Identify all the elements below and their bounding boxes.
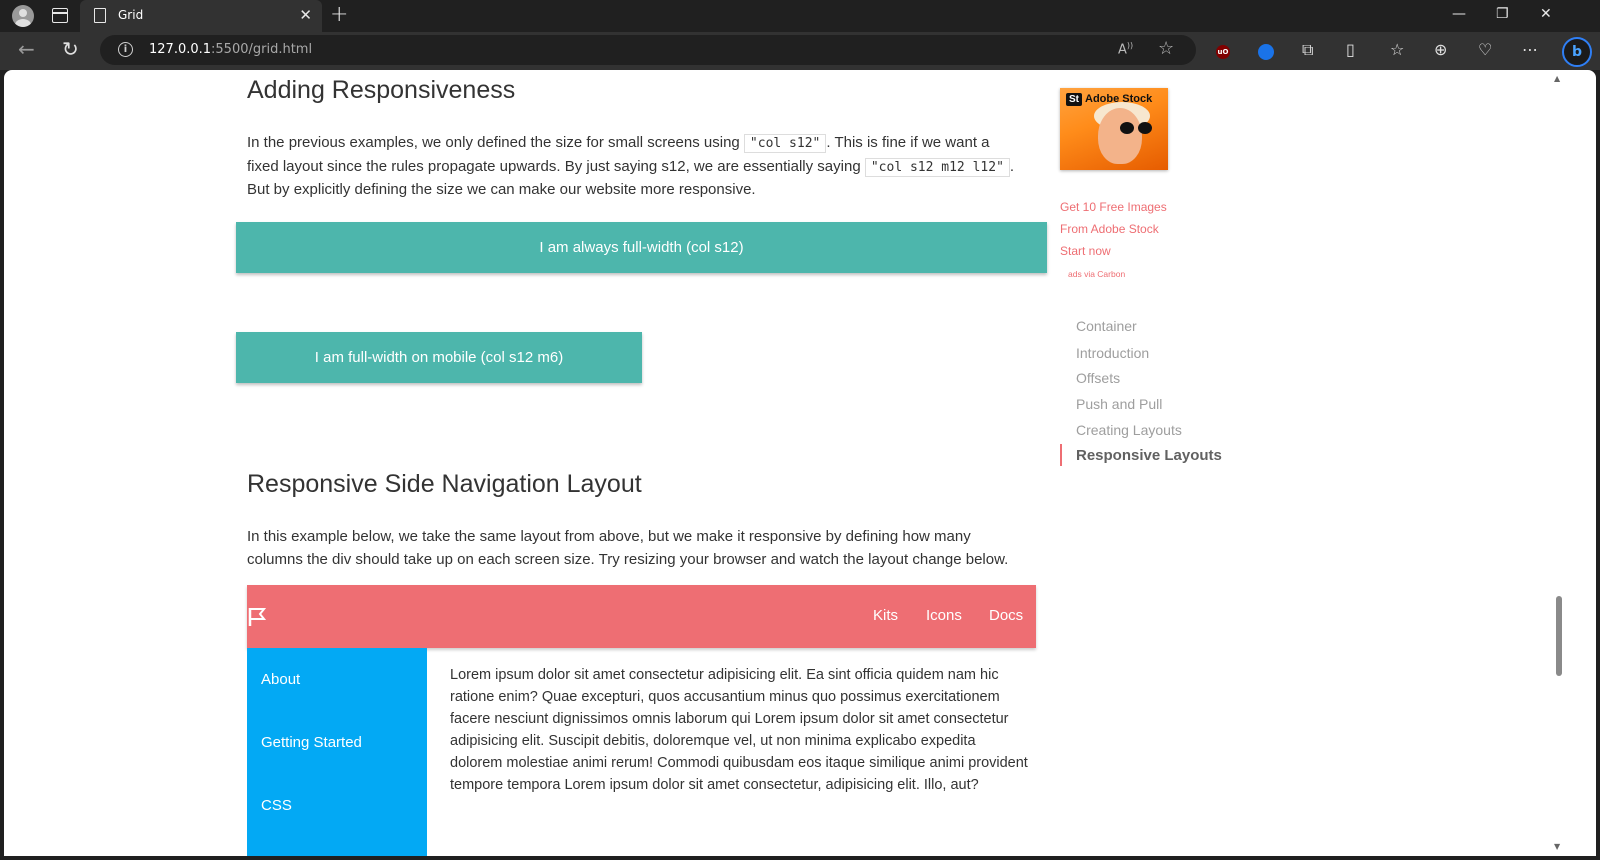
toc-item-introduction[interactable]: Introduction — [1076, 345, 1149, 361]
demo-lorem-text: Lorem ipsum dolor sit amet consectetur a… — [450, 667, 1028, 793]
browser-tab-bar: Grid ✕ + — ❐ ✕ — [0, 0, 1600, 32]
half-width-box: I am full-width on mobile (col s12 m6) — [236, 332, 642, 383]
ad-image[interactable]: St Adobe Stock — [1060, 88, 1168, 170]
code-col-s12-m12-l12: "col s12 m12 l12" — [864, 157, 1010, 177]
favorite-star-icon[interactable]: ☆ — [1158, 38, 1174, 59]
ads-via-carbon-link[interactable]: ads via Carbon — [1068, 269, 1125, 279]
extensions-puzzle-icon[interactable]: ⧉ — [1302, 40, 1313, 60]
code-col-s12: "col s12" — [743, 134, 827, 153]
extension-icon[interactable] — [1258, 44, 1274, 60]
scrollbar-thumb[interactable] — [1556, 596, 1562, 676]
read-aloud-icon[interactable]: A)) — [1118, 41, 1133, 57]
toc-active-indicator — [1060, 444, 1062, 466]
ad-text-line-2[interactable]: From Adobe Stock — [1060, 222, 1159, 236]
toc-item-creating-layouts[interactable]: Creating Layouts — [1076, 422, 1182, 438]
flag-logo-icon[interactable] — [248, 607, 266, 627]
tab-title: Grid — [118, 8, 144, 22]
demo-sidenav-item-about[interactable]: About — [261, 671, 300, 688]
toc-item-container[interactable]: Container — [1076, 318, 1137, 334]
more-menu-icon[interactable]: ⋯ — [1522, 40, 1538, 59]
scroll-up-arrow-icon[interactable]: ▲ — [1554, 74, 1560, 83]
para-text-a: In the previous examples, we only define… — [247, 134, 744, 151]
url-text[interactable]: 127.0.0.1:5500/grid.html — [149, 42, 312, 57]
favorites-icon[interactable]: ☆ — [1390, 40, 1404, 59]
toc-item-offsets[interactable]: Offsets — [1076, 370, 1120, 386]
bing-copilot-icon[interactable]: b — [1562, 37, 1592, 67]
ad-text-line-3[interactable]: Start now — [1060, 244, 1111, 258]
browser-toolbar: ← ↻ i 127.0.0.1:5500/grid.html A)) ☆ uO … — [0, 32, 1600, 70]
section-heading-side-nav: Responsive Side Navigation Layout — [247, 470, 642, 498]
close-window-icon[interactable]: ✕ — [1540, 6, 1552, 22]
demo-nav-link-kits[interactable]: Kits — [873, 607, 898, 624]
section-heading-responsiveness: Adding Responsiveness — [247, 76, 516, 104]
ublock-extension-icon[interactable]: uO — [1216, 45, 1230, 59]
scroll-down-arrow-icon[interactable]: ▼ — [1554, 842, 1560, 851]
page-icon — [94, 8, 106, 23]
ad-text-line-1[interactable]: Get 10 Free Images — [1060, 200, 1167, 214]
demo-nav-link-docs[interactable]: Docs — [989, 607, 1023, 624]
close-tab-icon[interactable]: ✕ — [299, 6, 312, 24]
demo-nav-link-icons[interactable]: Icons — [926, 607, 962, 624]
demo-navbar: Kits Icons Docs — [247, 585, 1036, 648]
minimize-icon[interactable]: — — [1452, 6, 1466, 22]
split-screen-icon[interactable]: ▯ — [1346, 40, 1355, 59]
refresh-icon[interactable]: ↻ — [62, 37, 79, 61]
new-tab-icon[interactable]: + — [330, 2, 348, 27]
ad-image-glasses-right — [1138, 122, 1152, 134]
ad-image-face — [1098, 108, 1142, 164]
adobe-stock-badge: St Adobe Stock — [1066, 93, 1153, 106]
ad-image-glasses-left — [1120, 122, 1134, 134]
toc-item-push-and-pull[interactable]: Push and Pull — [1076, 396, 1162, 412]
site-info-icon[interactable]: i — [118, 42, 133, 57]
restore-icon[interactable]: ❐ — [1496, 6, 1509, 22]
toc-item-responsive-layouts[interactable]: Responsive Layouts — [1076, 447, 1222, 464]
intro-paragraph: In the previous examples, we only define… — [247, 132, 1017, 202]
url-path: :5500/grid.html — [211, 42, 313, 57]
side-nav-paragraph: In this example below, we take the same … — [247, 528, 1009, 568]
demo-sidenav-item-css[interactable]: CSS — [261, 797, 292, 814]
url-host: 127.0.0.1 — [149, 42, 212, 57]
scrollbar-track[interactable] — [1552, 70, 1566, 856]
demo-sidenav: About Getting Started CSS — [247, 648, 427, 856]
performance-icon[interactable]: ♡ — [1478, 40, 1492, 59]
adobe-stock-st-icon: St — [1066, 93, 1082, 106]
adobe-stock-badge-text: Adobe Stock — [1085, 93, 1153, 105]
full-width-box: I am always full-width (col s12) — [236, 222, 1047, 273]
address-bar[interactable]: i 127.0.0.1:5500/grid.html A)) ☆ — [100, 35, 1196, 65]
collections-icon[interactable]: ⊕ — [1434, 40, 1447, 59]
tab-actions-icon[interactable] — [52, 8, 68, 23]
demo-sidenav-item-getting-started[interactable]: Getting Started — [261, 734, 362, 751]
web-page: Adding Responsiveness In the previous ex… — [4, 70, 1596, 856]
browser-tab[interactable]: Grid ✕ — [80, 0, 322, 32]
back-icon[interactable]: ← — [18, 37, 35, 61]
profile-icon[interactable] — [12, 5, 34, 27]
